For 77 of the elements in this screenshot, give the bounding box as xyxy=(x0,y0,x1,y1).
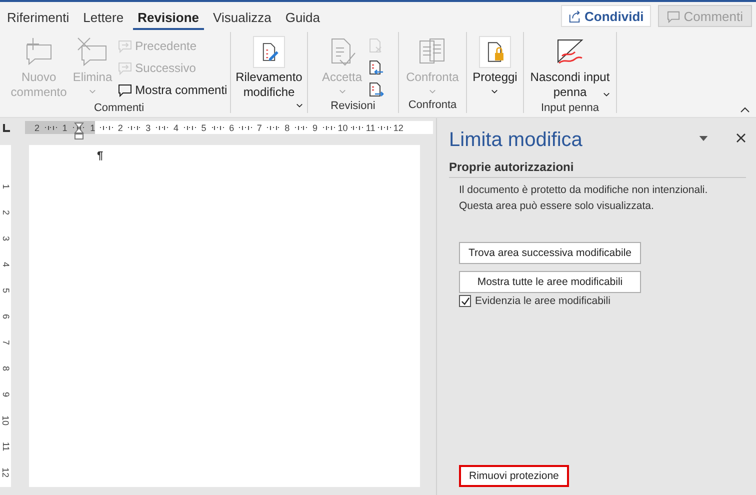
ruler-number: 7 xyxy=(0,340,12,345)
share-label: Condividi xyxy=(584,8,644,24)
info-text: Questa area può essere solo visualizzata. xyxy=(458,199,655,214)
button-label: Precedente xyxy=(135,39,197,53)
button-label: Nuovo commento xyxy=(10,70,67,100)
tab-stop-icon[interactable] xyxy=(1,123,11,133)
comments-label: Commenti xyxy=(684,8,743,24)
ruler-number: 11 xyxy=(0,442,12,452)
ribbon-tab[interactable]: Visualizza xyxy=(208,2,276,30)
comment-icon xyxy=(118,83,132,97)
ruler-number: 6 xyxy=(0,314,12,319)
group-label: Input penna xyxy=(540,102,600,114)
dropdown-icon[interactable] xyxy=(699,136,708,140)
button-label: Elimina xyxy=(72,70,112,85)
ruler-number: 4 xyxy=(172,122,180,132)
document-pen-icon xyxy=(253,36,285,68)
ruler-number: 6 xyxy=(228,122,236,132)
paragraph-mark: ¶ xyxy=(97,150,104,162)
button-label: Successivo xyxy=(135,61,196,75)
section-heading: Proprie autorizzazioni xyxy=(449,158,746,178)
ribbon-button[interactable]: Rilevamento modifiche xyxy=(233,34,305,113)
ribbon-button[interactable]: Proteggi xyxy=(470,34,520,113)
ruler-number: 12 xyxy=(392,122,404,132)
pane-button[interactable]: Trova area successiva modificabile xyxy=(459,242,641,264)
ruler-number: 7 xyxy=(256,122,263,132)
ruler-number: 12 xyxy=(0,468,12,478)
close-icon[interactable] xyxy=(736,133,746,143)
comment-icon xyxy=(666,10,680,22)
ribbon-tab[interactable]: Lettere xyxy=(78,2,129,30)
document-previous-icon xyxy=(368,60,384,76)
ruler-number: 3 xyxy=(144,122,152,132)
ribbon-small-button[interactable]: Mostra commenti xyxy=(116,80,230,100)
ruler-number: 4 xyxy=(0,262,12,267)
pane-button[interactable]: Mostra tutte le aree modificabili xyxy=(459,271,641,293)
button-label: Mostra commenti xyxy=(135,83,228,97)
ruler-number: 1 xyxy=(0,184,12,189)
collapse-ribbon-icon[interactable] xyxy=(740,107,750,113)
ruler-number: 9 xyxy=(311,122,318,132)
button-label: Proteggi xyxy=(472,70,518,85)
group-label: Confronta xyxy=(407,99,458,113)
ruler-number: 2 xyxy=(33,122,40,132)
group-label: Commenti xyxy=(92,102,146,114)
document-next-icon xyxy=(368,82,384,98)
ruler-number: 5 xyxy=(200,122,208,132)
ruler-number: 5 xyxy=(0,288,12,293)
checkbox[interactable] xyxy=(459,295,471,307)
checkmark-icon xyxy=(460,296,470,306)
ribbon-tab[interactable]: Riferimenti xyxy=(2,2,74,30)
button-label: Nascondi input penna xyxy=(530,70,610,100)
ruler-number: 2 xyxy=(116,122,124,132)
button-label: Confronta xyxy=(406,70,459,85)
ruler-number: 3 xyxy=(0,236,12,241)
group-label: Revisioni xyxy=(330,100,376,113)
button-label: Rilevamento modifiche xyxy=(235,70,303,100)
comment-arrow-icon xyxy=(118,39,132,53)
ruler-number: 11 xyxy=(364,122,376,132)
comment-arrow-icon xyxy=(118,61,132,75)
ruler-number: 9 xyxy=(0,392,12,397)
ribbon-tab[interactable]: Guida xyxy=(280,2,326,30)
ruler-number: 10 xyxy=(336,122,349,132)
document-reject-icon xyxy=(368,38,384,54)
info-text: Il documento è protetto da modifiche non intenzionali. xyxy=(458,183,709,198)
ruler-number: 1 xyxy=(61,122,68,132)
share-icon xyxy=(568,10,581,22)
ruler-number: 1 xyxy=(89,122,96,132)
ruler-number: 8 xyxy=(284,122,291,132)
ruler-number: 10 xyxy=(0,416,12,426)
comment-delete-icon xyxy=(76,36,108,68)
indent-marker-icon[interactable] xyxy=(74,122,84,140)
ribbon-button[interactable]: Nascondi input penna xyxy=(528,34,612,102)
pane-title: Limita modifica xyxy=(449,128,584,152)
ruler-number: 2 xyxy=(0,210,12,215)
share-button[interactable]: Condividi xyxy=(560,5,651,27)
ruler-number: 8 xyxy=(0,366,12,371)
remove-protection-button[interactable]: Rimuovi protezione xyxy=(459,465,569,487)
document-lock-icon xyxy=(478,36,511,68)
button-label: Accetta xyxy=(322,70,362,85)
